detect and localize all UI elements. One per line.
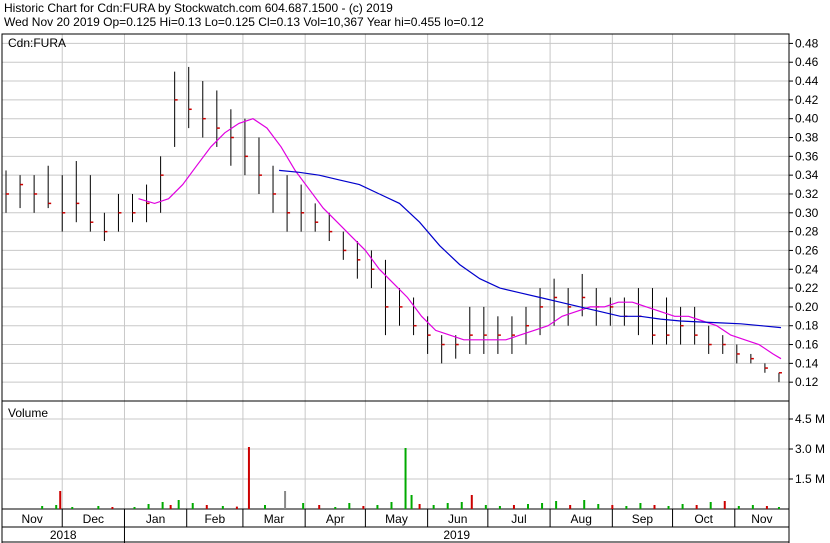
price-tick-label: 0.12 <box>795 375 819 389</box>
price-tick-label: 0.46 <box>795 55 819 69</box>
month-label: May <box>385 512 408 526</box>
price-axis-ticks: 0.48 0.46 0.44 0.42 0.40 0.38 0.36 0.34 0.32 0.30… <box>789 36 819 389</box>
month-label: Jan <box>146 512 165 526</box>
price-tick-label: 0.34 <box>795 168 819 182</box>
volume-tick-label: 3.0 M <box>795 442 825 456</box>
price-tick-label: 0.16 <box>795 338 819 352</box>
price-panel-frame <box>1 33 790 402</box>
price-tick-label: 0.42 <box>795 93 819 107</box>
volume-tick-label: 1.5 M <box>795 472 825 486</box>
price-tick-label: 0.36 <box>795 149 819 163</box>
volume-panel-label: Volume <box>8 406 48 420</box>
time-axis: Nov Dec Jan Feb Mar Apr May Jun Jul Aug Sep Oct Nov 2… <box>1 509 790 543</box>
price-panel-label: Cdn:FURA <box>8 36 66 50</box>
price-tick-label: 0.38 <box>795 131 819 145</box>
price-tick-label: 0.30 <box>795 206 819 220</box>
price-tick-label: 0.26 <box>795 243 819 257</box>
price-tick-label: 0.32 <box>795 187 819 201</box>
short-moving-average-line <box>138 118 782 360</box>
price-tick-label: 0.18 <box>795 319 819 333</box>
month-label: Nov <box>751 512 772 526</box>
price-tick-label: 0.24 <box>795 262 819 276</box>
month-label: Oct <box>694 512 713 526</box>
month-label: Feb <box>204 512 225 526</box>
price-ohlc-bars <box>5 66 782 383</box>
month-label: Dec <box>83 512 104 526</box>
month-label: Jul <box>511 512 526 526</box>
price-tick-label: 0.48 <box>795 36 819 50</box>
volume-bars <box>41 447 780 509</box>
price-tick-label: 0.14 <box>795 356 819 370</box>
month-label: Aug <box>571 512 592 526</box>
price-gridlines <box>2 34 789 401</box>
year-label: 2018 <box>50 528 77 542</box>
volume-axis-ticks: 4.5 M 3.0 M 1.5 M <box>789 412 825 486</box>
price-tick-label: 0.28 <box>795 225 819 239</box>
month-label: Sep <box>632 512 654 526</box>
month-label: Nov <box>21 512 42 526</box>
volume-gridlines <box>2 401 789 509</box>
volume-tick-label: 4.5 M <box>795 412 825 426</box>
month-label: Mar <box>264 512 285 526</box>
price-tick-label: 0.40 <box>795 112 819 126</box>
year-label: 2019 <box>443 528 470 542</box>
volume-panel-frame <box>1 400 790 510</box>
price-tick-label: 0.44 <box>795 74 819 88</box>
price-tick-label: 0.20 <box>795 300 819 314</box>
stock-chart: 0.48 0.46 0.44 0.42 0.40 0.38 0.36 0.34 0.32 0.30… <box>1 33 825 543</box>
moving-averages <box>138 118 782 360</box>
price-tick-label: 0.22 <box>795 281 819 295</box>
month-label: Apr <box>326 512 345 526</box>
month-label: Jun <box>448 512 467 526</box>
